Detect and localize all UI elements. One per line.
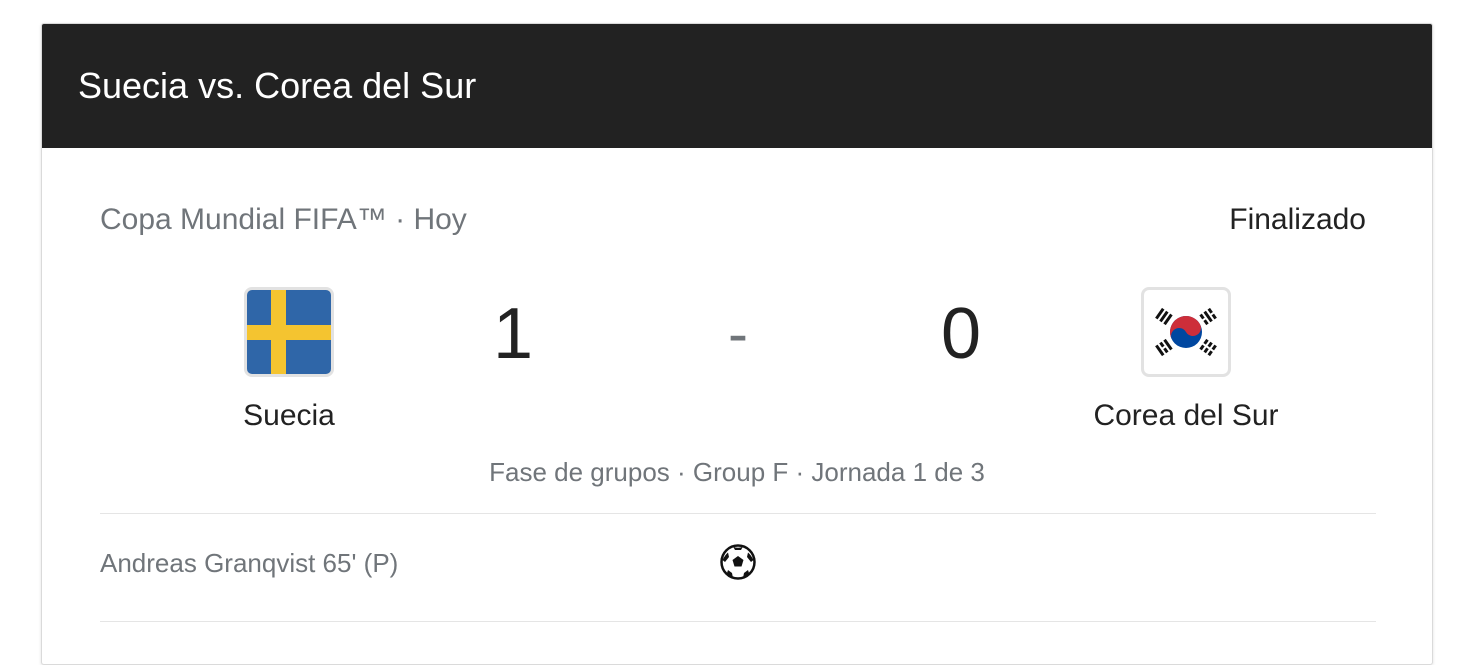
home-score: 1 xyxy=(492,294,534,374)
south-korea-flag-svg xyxy=(1155,307,1217,357)
match-status: Finalizado xyxy=(1229,203,1366,236)
divider xyxy=(100,513,1376,514)
soccer-ball-icon xyxy=(720,544,756,580)
match-title[interactable]: Suecia vs. Corea del Sur xyxy=(78,64,476,108)
away-team-name[interactable]: Corea del Sur xyxy=(1046,396,1326,436)
flag-cross-horizontal xyxy=(247,325,331,340)
score-separator: - xyxy=(728,300,748,367)
home-team-name[interactable]: Suecia xyxy=(189,396,389,436)
stage-info: Fase de grupos · Group F · Jornada 1 de … xyxy=(489,457,985,487)
match-card: Suecia vs. Corea del Sur Copa Mundial FI… xyxy=(41,23,1433,665)
goal-scorer: Andreas Granqvist 65' (P) xyxy=(100,548,399,578)
south-korea-flag-icon[interactable] xyxy=(1141,287,1231,377)
match-header: Suecia vs. Corea del Sur xyxy=(42,24,1432,148)
sweden-flag-icon[interactable] xyxy=(244,287,334,377)
away-score: 0 xyxy=(940,294,982,374)
divider xyxy=(100,621,1376,622)
competition-date: Copa Mundial FIFA™ · Hoy xyxy=(100,203,467,236)
